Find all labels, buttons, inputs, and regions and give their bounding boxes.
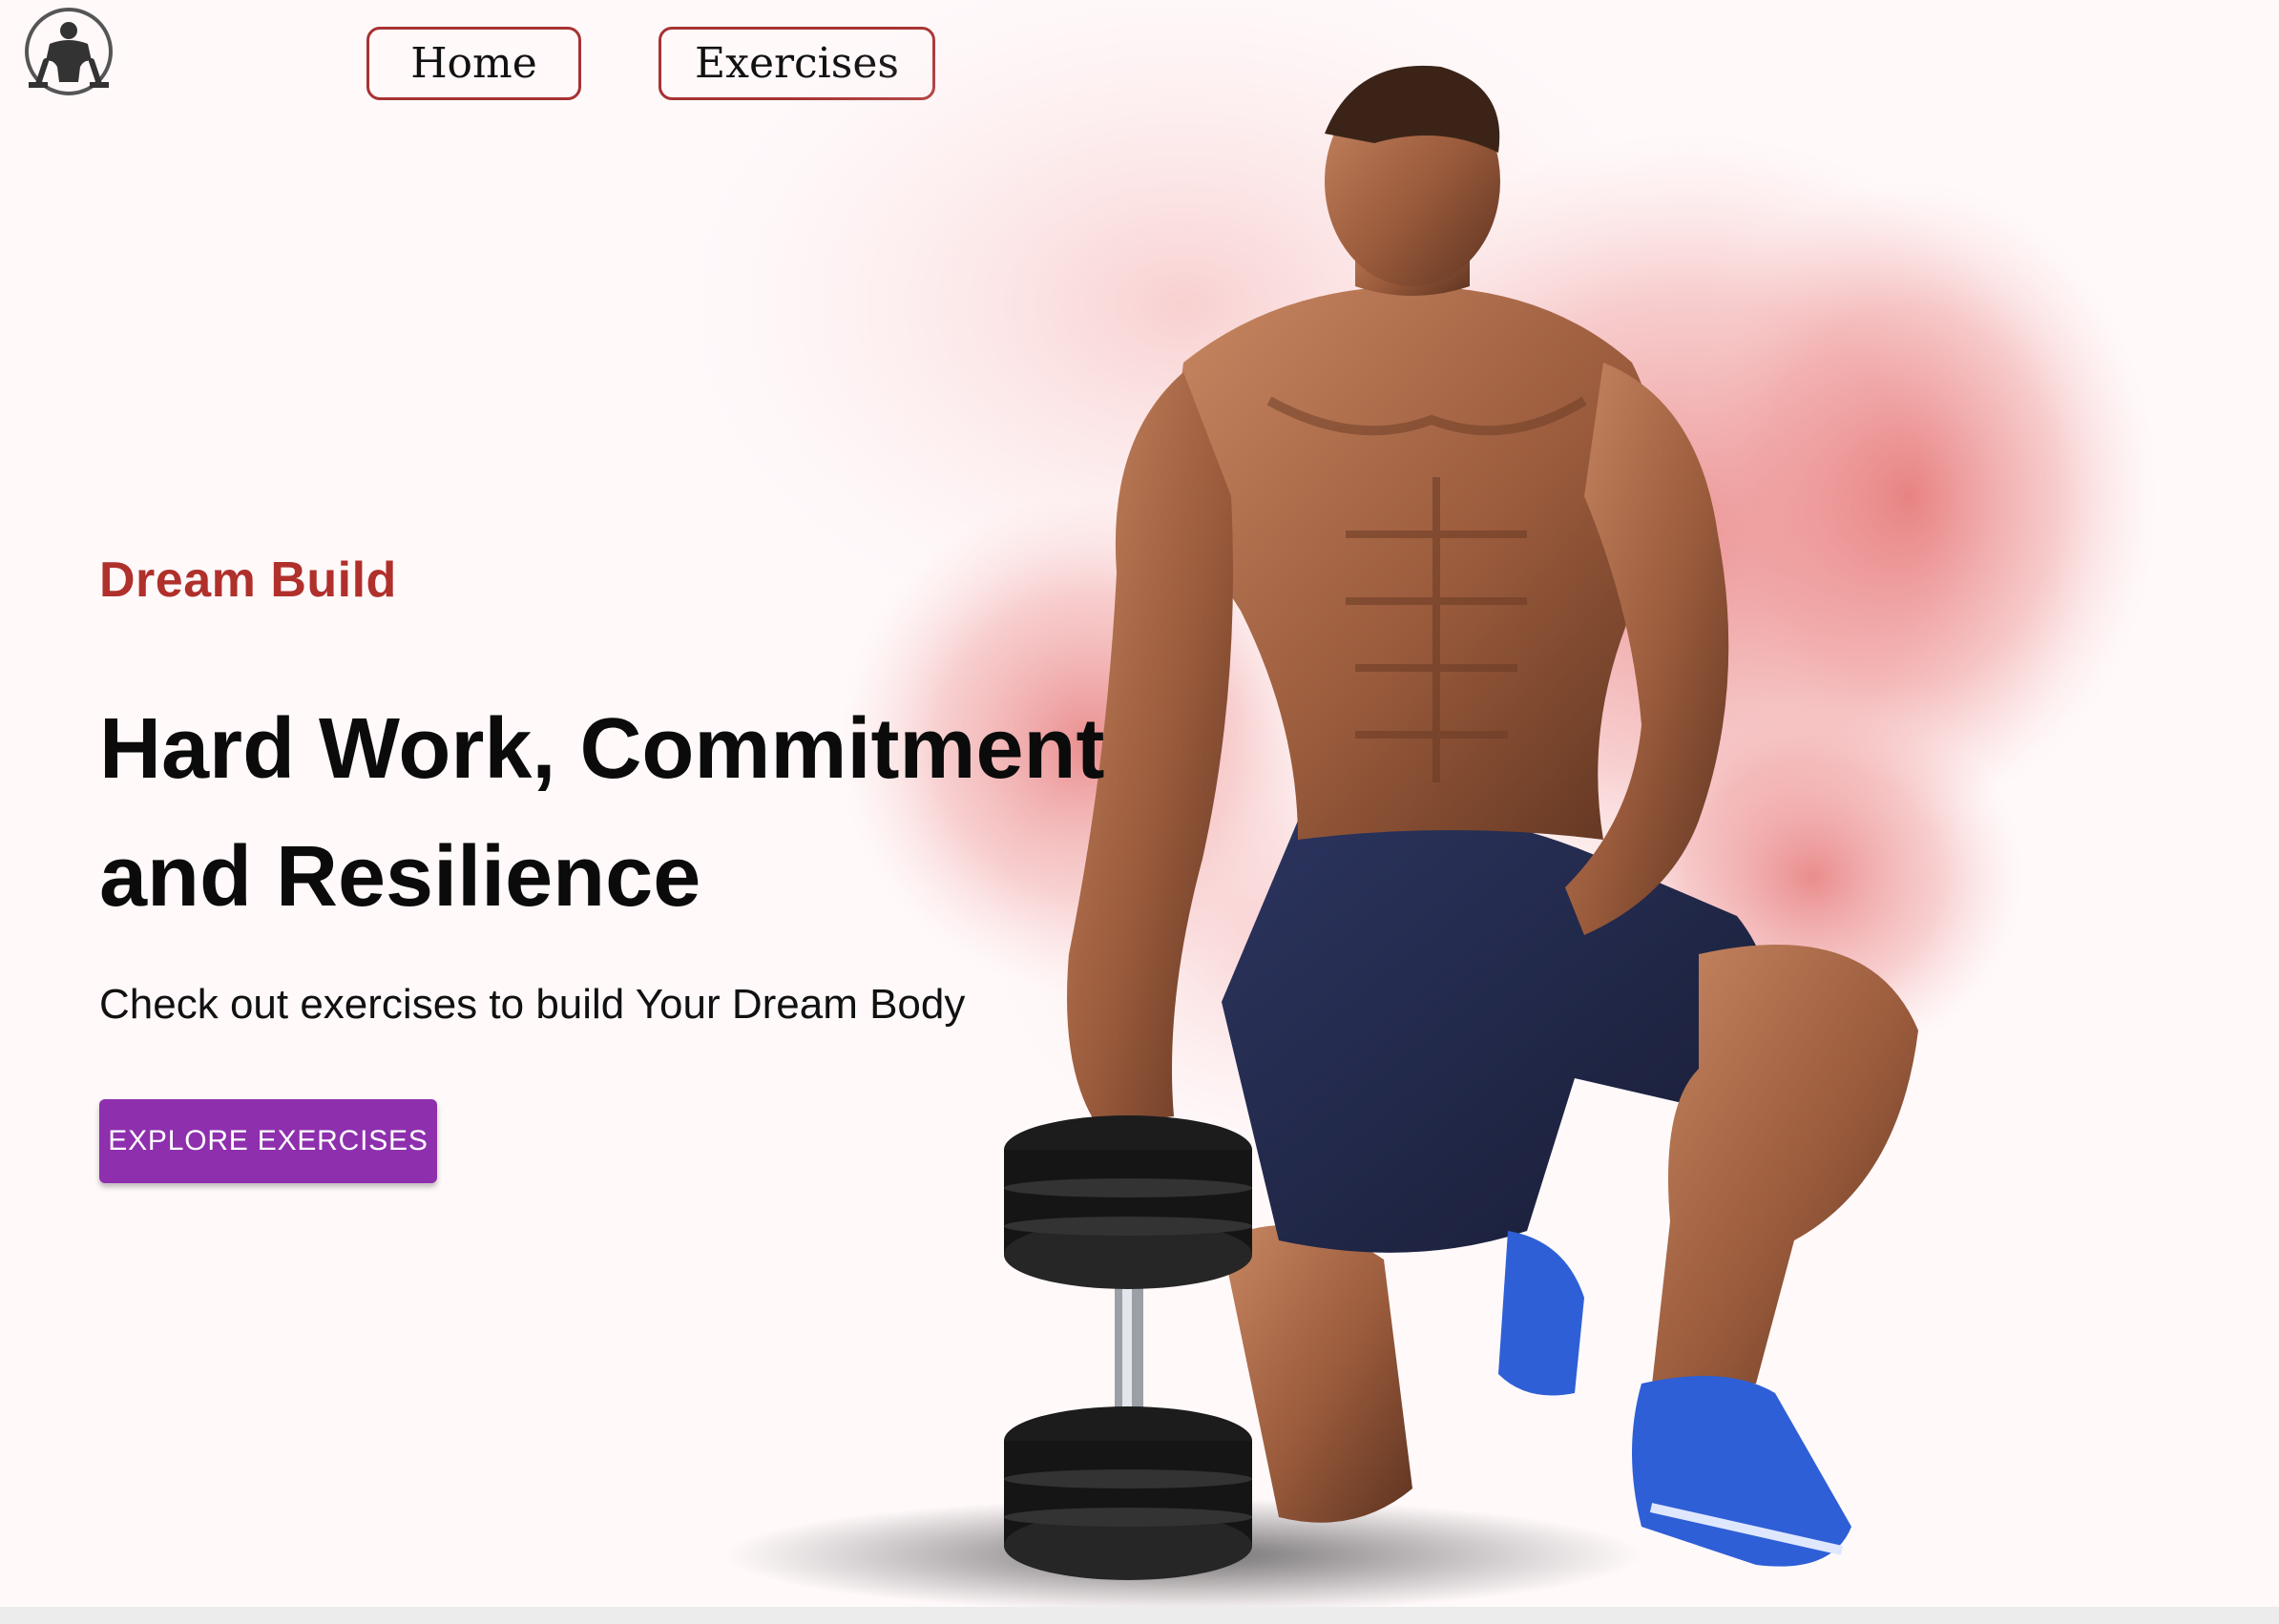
hero-eyebrow: Dream Build [99,552,397,608]
hero-headline-line-1: Hard Work, Commitment [99,701,1105,797]
hero-headline-line-2: and Resilience [99,829,701,925]
nav-home-button[interactable]: Home [366,27,581,100]
hero-headline: Hard Work, Commitment and Resilience [99,685,1197,941]
explore-exercises-button[interactable]: EXPLORE EXERCISES [99,1099,437,1183]
hero-subtext: Check out exercises to build Your Dream … [99,981,966,1028]
page-bottom-edge [0,1607,2279,1624]
gym-logo-icon[interactable] [21,6,116,101]
landing-page: Home Exercises Dream Build Hard Work, Co… [0,0,2279,1624]
